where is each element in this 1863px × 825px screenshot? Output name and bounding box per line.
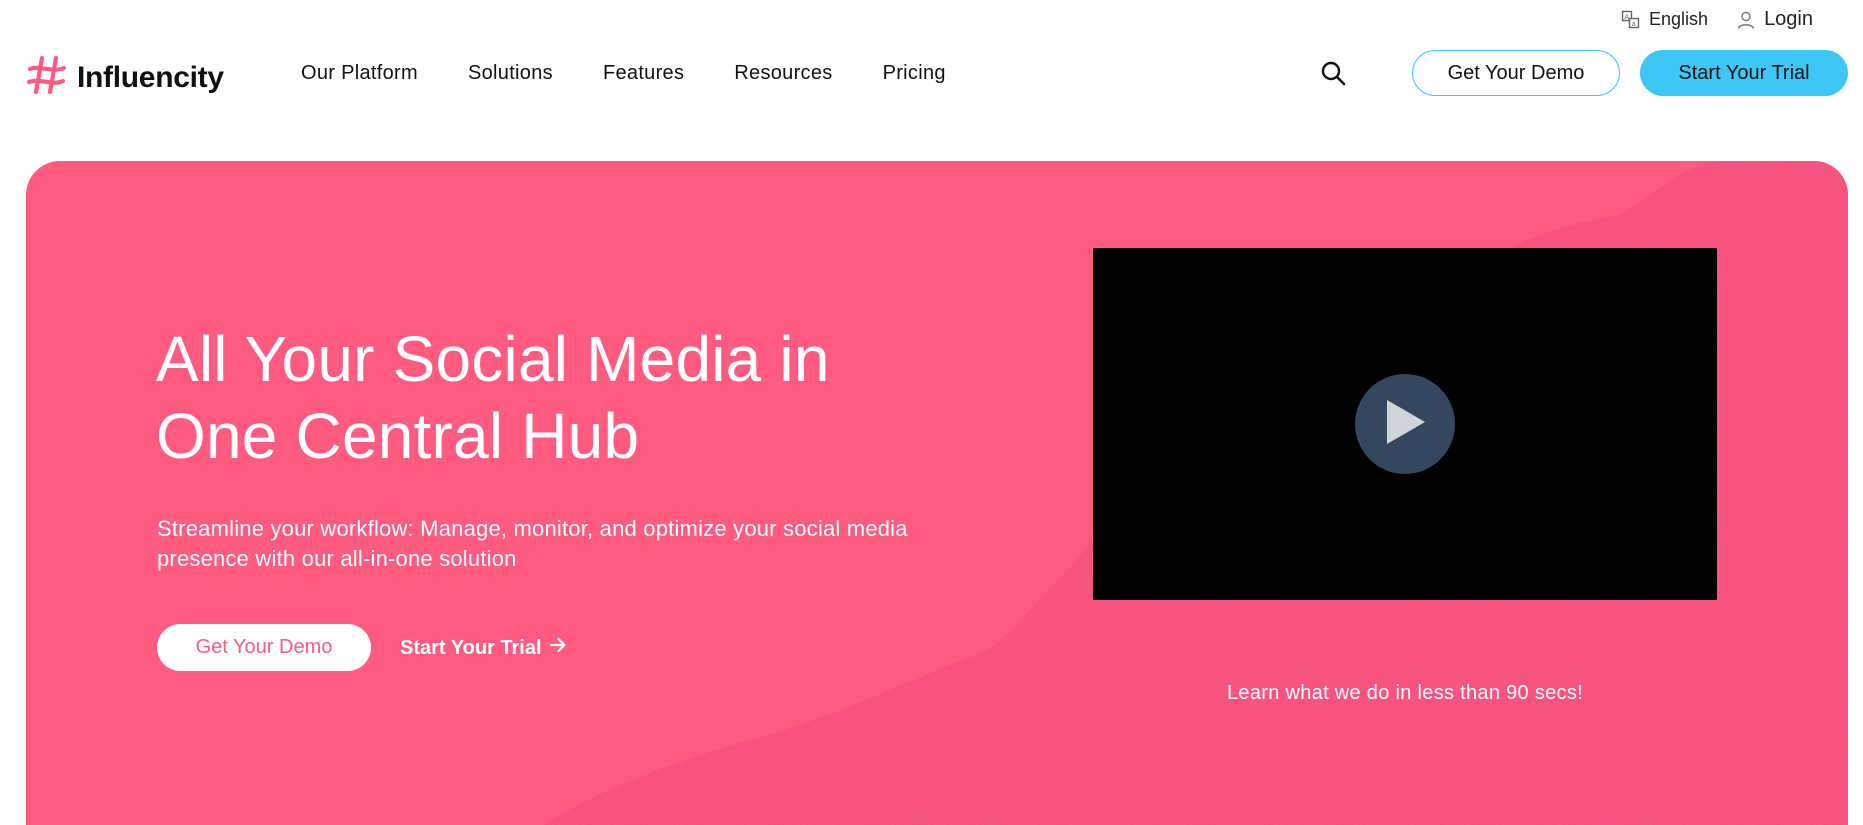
video-player[interactable] (1093, 248, 1717, 600)
login-link[interactable]: Login (1736, 8, 1813, 31)
hashtag-logo-icon (25, 53, 69, 102)
language-selector[interactable]: A a English (1621, 9, 1708, 30)
login-label: Login (1764, 8, 1813, 30)
translate-icon: A a (1621, 10, 1641, 30)
start-trial-button[interactable]: Start Your Trial (1640, 50, 1848, 96)
hero-title: All Your Social Media in One Central Hub (156, 323, 830, 472)
user-icon (1736, 10, 1756, 30)
nav-item-pricing[interactable]: Pricing (883, 62, 946, 85)
hero-section: All Your Social Media in One Central Hub… (26, 161, 1848, 825)
hero-start-trial-link[interactable]: Start Your Trial (400, 635, 568, 661)
nav-item-our-platform[interactable]: Our Platform (301, 62, 418, 85)
video-caption: Learn what we do in less than 90 secs! (1226, 682, 1584, 704)
nav-item-features[interactable]: Features (603, 62, 684, 85)
nav-menu: Our Platform Solutions Features Resource… (301, 62, 996, 85)
hero-subtitle: Streamline your workflow: Manage, monito… (157, 516, 908, 571)
nav-item-solutions[interactable]: Solutions (468, 62, 553, 85)
get-demo-button[interactable]: Get Your Demo (1412, 50, 1620, 96)
svg-text:a: a (1632, 20, 1636, 28)
svg-text:A: A (1624, 12, 1629, 20)
hero-get-demo-button[interactable]: Get Your Demo (157, 624, 371, 671)
nav-item-resources[interactable]: Resources (734, 62, 832, 85)
play-icon (1383, 398, 1427, 451)
language-label: English (1649, 9, 1709, 29)
arrow-right-icon (548, 635, 568, 661)
play-button[interactable] (1355, 374, 1455, 474)
brand-name: Influencity (77, 60, 224, 94)
hero-start-trial-label: Start Your Trial (400, 636, 542, 659)
main-navigation: Influencity Our Platform Solutions Featu… (0, 48, 1863, 98)
top-utility-bar: A a English Login (1621, 8, 1813, 31)
search-icon[interactable] (1320, 60, 1346, 91)
brand-logo[interactable]: Influencity (25, 53, 224, 102)
